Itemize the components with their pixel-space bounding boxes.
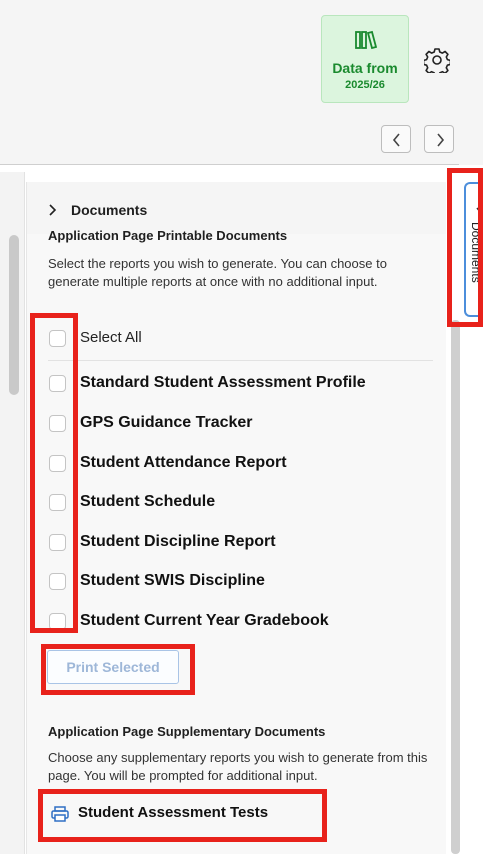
select-all-checkbox[interactable] <box>49 330 66 347</box>
report-checkbox[interactable] <box>49 613 66 630</box>
report-checkbox[interactable] <box>49 494 66 511</box>
chevron-left-icon <box>392 133 400 147</box>
panel-title: Documents <box>71 202 148 218</box>
gear-icon[interactable] <box>424 47 450 73</box>
side-tab-label: Documents <box>469 222 483 283</box>
report-label: Student Schedule <box>80 493 216 510</box>
side-tab-content: Documents <box>469 204 483 304</box>
print-selected-button[interactable]: Print Selected <box>47 650 179 684</box>
printable-section-description: Select the reports you wish to generate.… <box>48 256 387 289</box>
report-checkbox[interactable] <box>49 375 66 392</box>
books-icon <box>355 30 377 50</box>
left-scrollbar[interactable] <box>9 235 19 395</box>
supplementary-section-title: Application Page Supplementary Documents <box>48 724 326 739</box>
report-label: Student Attendance Report <box>80 454 287 471</box>
supplementary-section-description: Choose any supplementary reports you wis… <box>48 750 428 783</box>
divider <box>0 164 459 165</box>
select-all-label: Select All <box>80 329 142 346</box>
chevron-right-icon <box>476 207 483 215</box>
report-label: Student SWIS Discipline <box>80 572 265 589</box>
data-badge-label: Data from <box>332 60 398 76</box>
report-label: Student Current Year Gradebook <box>80 612 329 629</box>
printable-section-title: Application Page Printable Documents <box>48 228 288 243</box>
report-checkbox[interactable] <box>49 534 66 551</box>
chevron-right-icon <box>49 204 57 216</box>
report-checkbox[interactable] <box>49 455 66 472</box>
panel-header[interactable]: Documents <box>27 182 446 234</box>
report-checkbox[interactable] <box>49 573 66 590</box>
divider <box>48 360 433 361</box>
report-label: Standard Student Assessment Profile <box>80 374 366 391</box>
report-checkbox[interactable] <box>49 415 66 432</box>
panel-scrollbar[interactable] <box>451 320 460 854</box>
documents-side-tab[interactable]: Documents <box>464 182 483 317</box>
data-year-badge[interactable]: Data from 2025/26 <box>321 15 409 103</box>
chevron-right-icon <box>437 133 445 147</box>
prev-button[interactable] <box>381 125 411 153</box>
documents-panel: Documents Application Page Printable Doc… <box>26 182 446 854</box>
report-label: Student Discipline Report <box>80 533 276 550</box>
data-badge-year: 2025/26 <box>345 79 385 91</box>
report-label: GPS Guidance Tracker <box>80 414 253 431</box>
printer-icon <box>51 806 69 822</box>
next-button[interactable] <box>424 125 454 153</box>
student-assessment-tests-label: Student Assessment Tests <box>78 804 269 821</box>
